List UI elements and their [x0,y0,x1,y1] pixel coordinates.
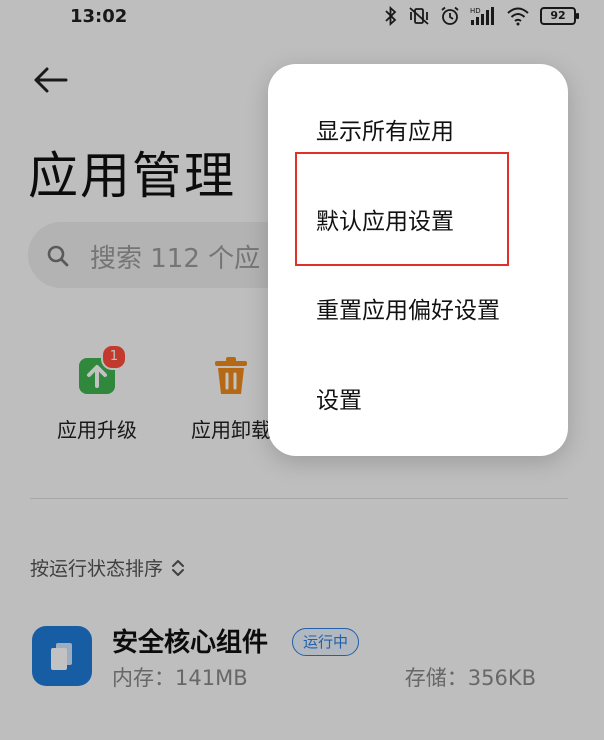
menu-item-show-all-apps[interactable]: 显示所有应用 [316,112,454,146]
highlight-annotation [295,152,509,266]
overflow-menu: 显示所有应用 默认应用设置 重置应用偏好设置 设置 [268,64,568,456]
menu-item-reset-app-preferences[interactable]: 重置应用偏好设置 [316,291,500,325]
menu-item-settings[interactable]: 设置 [316,381,362,415]
